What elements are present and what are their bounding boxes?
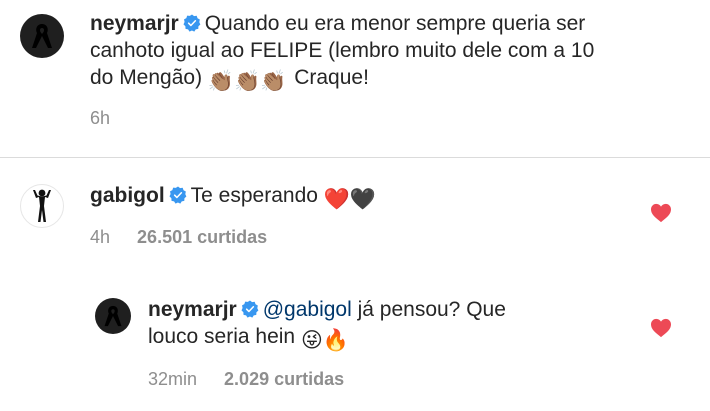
avatar[interactable]: [95, 298, 131, 334]
caption-line2: canhoto igual ao FELIPE (lembro muito de…: [90, 39, 595, 62]
heart-icon[interactable]: [650, 318, 672, 338]
heart-icon[interactable]: [650, 203, 672, 223]
mention-link[interactable]: @gabigol: [263, 298, 352, 321]
clap-emojis: 👏🏽👏🏽👏🏽: [207, 70, 287, 93]
divider: [0, 157, 710, 158]
comment-meta: 4h 26.501 curtidas: [90, 227, 267, 248]
comment-body: Te esperando: [190, 184, 318, 207]
likes-count[interactable]: 2.029 curtidas: [224, 369, 344, 389]
post-timestamp: 6h: [90, 108, 111, 128]
verified-badge-icon: [169, 186, 187, 204]
reply-timestamp: 32min: [148, 369, 198, 389]
likes-count[interactable]: 26.501 curtidas: [137, 227, 267, 247]
reply-emojis: 😜🔥: [300, 329, 349, 352]
heart-emojis: ❤️🖤: [323, 188, 377, 211]
black-ribbon-icon: [32, 24, 52, 48]
comment-text: gabigol Te esperando ❤️🖤: [90, 182, 610, 213]
caption-line3b: Craque!: [294, 66, 369, 89]
verified-badge-icon: [183, 14, 201, 32]
reply-text: neymarjr @gabigol já pensou? Que louco se…: [148, 296, 618, 354]
avatar[interactable]: [20, 184, 64, 228]
username[interactable]: gabigol: [90, 184, 165, 207]
reply-line1: já pensou? Que: [357, 298, 506, 321]
username[interactable]: neymarjr: [148, 298, 237, 321]
reply-meta: 32min 2.029 curtidas: [148, 369, 344, 390]
caption-line1: Quando eu era menor sempre queria ser: [204, 12, 586, 35]
comment-timestamp: 4h: [90, 227, 111, 247]
post-caption: neymarjr Quando eu era menor sempre queri…: [90, 10, 700, 95]
username[interactable]: neymarjr: [90, 12, 179, 35]
player-silhouette-icon: [33, 189, 51, 222]
avatar[interactable]: [20, 14, 64, 58]
black-ribbon-icon: [104, 305, 122, 327]
caption-line3a: do Mengão): [90, 66, 203, 89]
verified-badge-icon: [241, 300, 259, 318]
reply-line2: louco seria hein: [148, 325, 296, 348]
